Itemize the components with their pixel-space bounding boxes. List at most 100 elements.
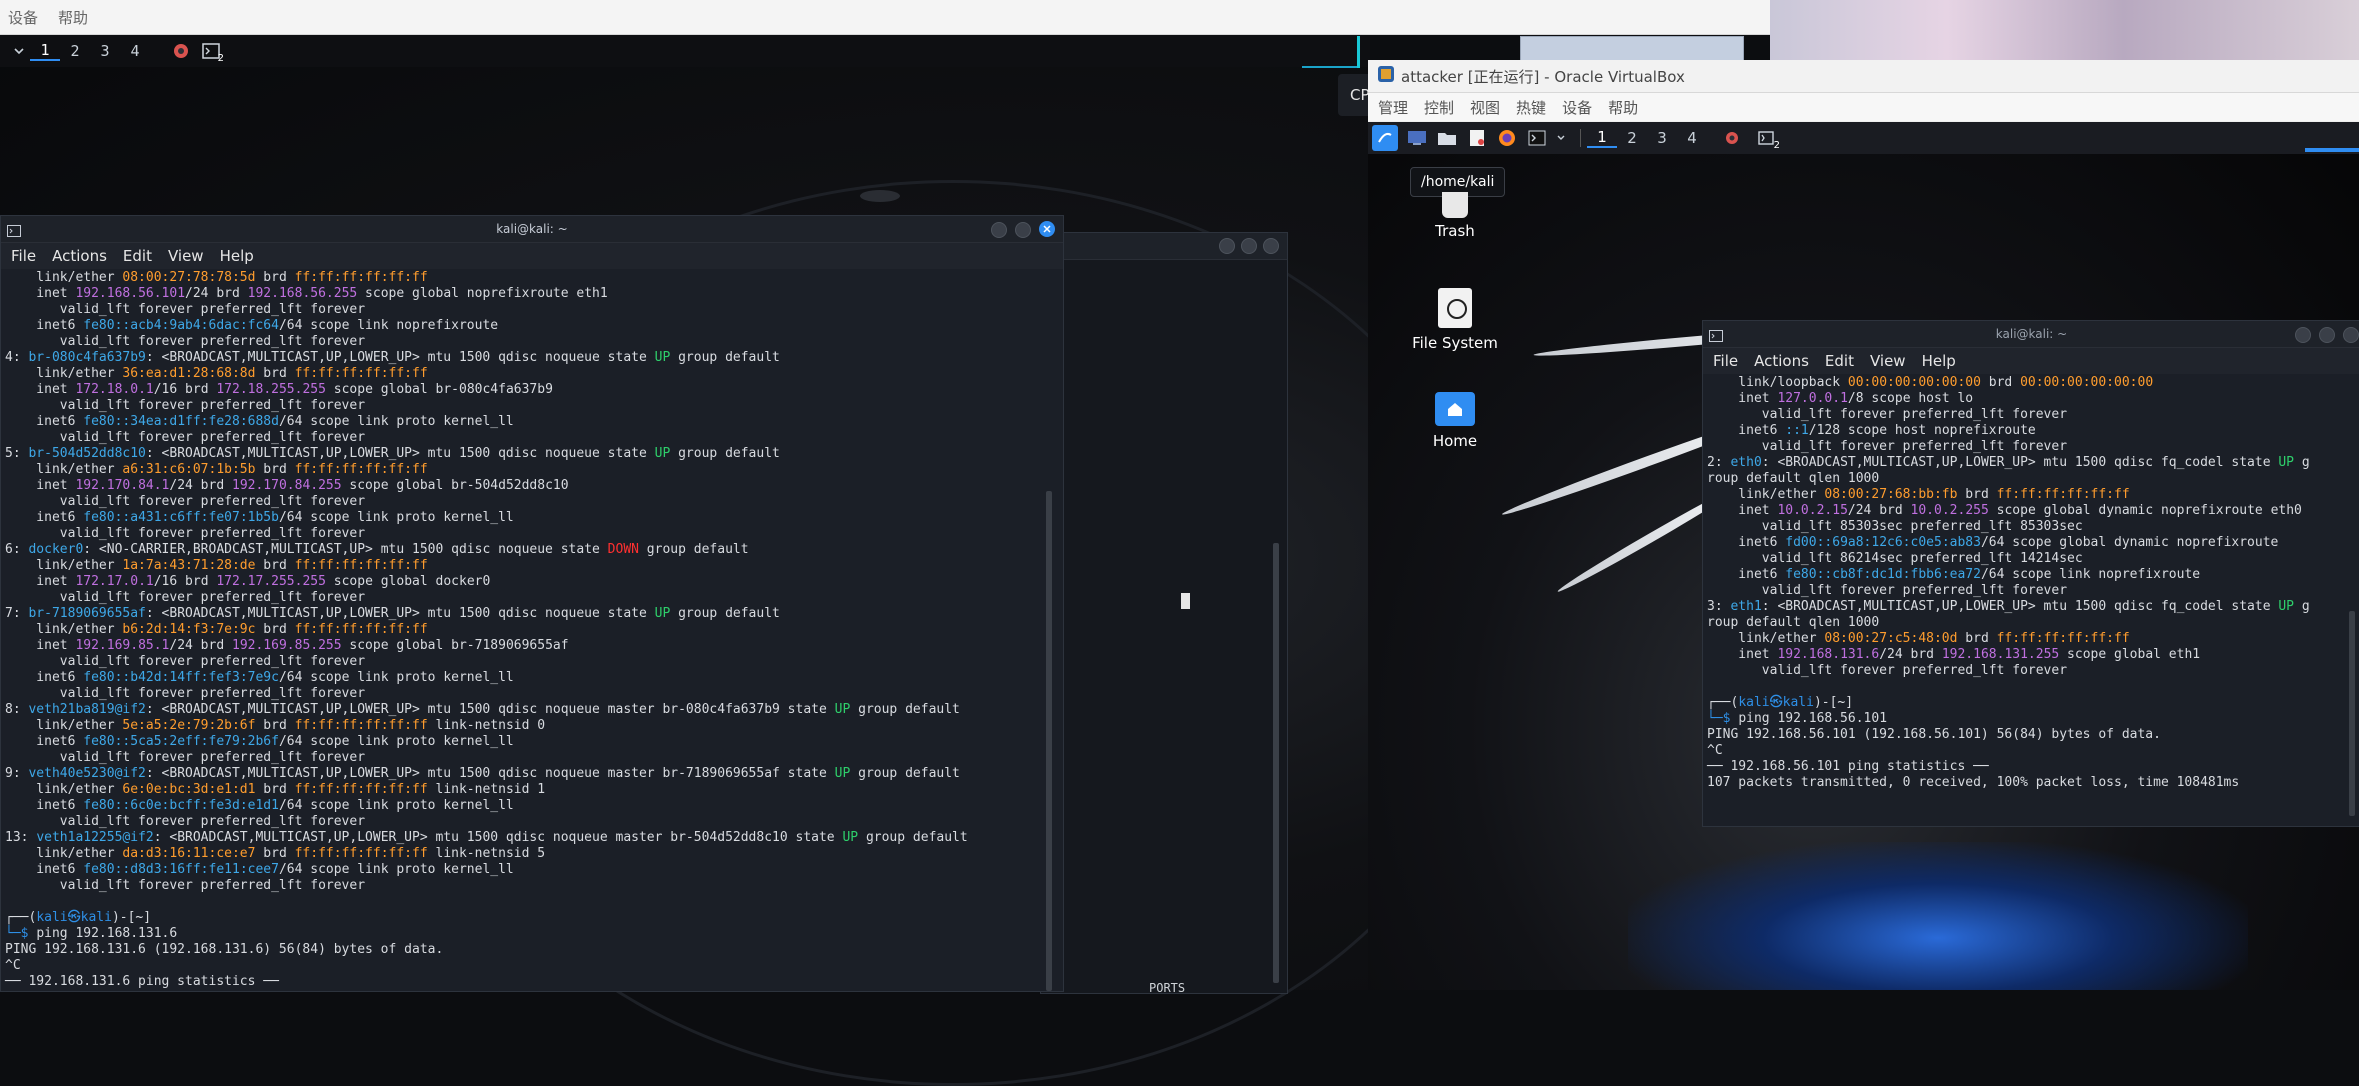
vbox-menu-manage[interactable]: 管理 <box>1378 97 1408 118</box>
terminal-line: inet 172.18.0.1/16 brd 172.18.255.255 sc… <box>5 382 1063 398</box>
bg-close-button[interactable] <box>1263 238 1279 254</box>
terminal-text: 4: <box>5 350 29 365</box>
text-editor-icon[interactable] <box>1466 128 1488 148</box>
left-terminal-titlebar[interactable]: kali@kali: ~ <box>1 216 1063 243</box>
left-terminal-output[interactable]: link/ether 08:00:27:78:78:5d brd ff:ff:f… <box>1 270 1063 990</box>
background-terminal[interactable]: PORTS <box>1040 232 1288 994</box>
terminal-text: ff:ff:ff:ff:ff:ff <box>294 270 428 285</box>
desktop-item-home[interactable]: Home <box>1400 392 1510 450</box>
guest-workspace-4[interactable]: 4 <box>1677 129 1707 147</box>
terminal-line: inet6 fe80::b42d:14ff:fef3:7e9c/64 scope… <box>5 670 1063 686</box>
workspace-1[interactable]: 1 <box>30 41 60 61</box>
menu-edit[interactable]: Edit <box>123 247 152 265</box>
menu-file[interactable]: File <box>1713 352 1738 370</box>
close-button[interactable] <box>1039 221 1055 237</box>
chevron-down-icon[interactable] <box>8 41 30 61</box>
terminal-text: : <BROADCAST,MULTICAST,UP,LOWER_UP> mtu … <box>145 702 835 717</box>
right-terminal-window[interactable]: kali@kali: ~ File Actions Edit View Help… <box>1702 320 2359 827</box>
vbox-menu-devices[interactable]: 设备 <box>1562 97 1592 118</box>
desktop-icon[interactable] <box>1406 128 1428 148</box>
terminal-text: fe80::cb8f:dc1d:fbb6:ea72 <box>1785 567 1981 582</box>
terminal-line: valid_lft forever preferred_lft forever <box>5 686 1063 702</box>
terminal-line: link/ether b6:2d:14:f3:7e:9c brd ff:ff:f… <box>5 622 1063 638</box>
right-terminal-output[interactable]: link/loopback 00:00:00:00:00:00 brd 00:0… <box>1703 375 2359 791</box>
close-button[interactable] <box>2343 327 2359 343</box>
terminal-line: valid_lft forever preferred_lft forever <box>5 878 1063 894</box>
minimize-button[interactable] <box>991 222 1007 238</box>
terminal-text: /8 scope host lo <box>1847 391 1974 406</box>
trash-label: Trash <box>1435 222 1475 240</box>
menu-view[interactable]: View <box>168 247 204 265</box>
wallpaper-peek <box>1770 0 2359 60</box>
guest-workspace-1[interactable]: 1 <box>1587 128 1617 148</box>
maximize-button[interactable] <box>1015 222 1031 238</box>
terminal-text: brd <box>255 622 295 637</box>
terminal-line: ┌──(kali㉿kali)-[~] <box>1707 695 2359 711</box>
terminal-text: : <BROADCAST,MULTICAST,UP,LOWER_UP> mtu … <box>145 446 655 461</box>
menu-edit[interactable]: Edit <box>1825 352 1854 370</box>
bg-minimize-button[interactable] <box>1219 238 1235 254</box>
kali-menu-icon[interactable] <box>1372 125 1398 151</box>
kali-dragon-icon[interactable] <box>1721 128 1743 148</box>
terminal-text: /64 scope link proto kernel_ll <box>278 862 514 877</box>
terminal-text: link/ether <box>1707 487 1825 502</box>
wallpaper-blob <box>860 190 900 202</box>
terminal-text: 192.168.131.6 <box>1777 647 1880 662</box>
terminal-icon[interactable]: 2 <box>1755 128 1780 151</box>
terminal-line: 5: br-504d52dd8c10: <BROADCAST,MULTICAST… <box>5 446 1063 462</box>
guest-desktop[interactable]: 1 2 3 4 2 /home/kali Trash File System H… <box>1368 122 2359 990</box>
workspace-4[interactable]: 4 <box>120 42 150 60</box>
minimize-button[interactable] <box>2295 327 2311 343</box>
host-panel: 1 2 3 4 2 <box>0 35 1370 67</box>
vbox-menu-hotkeys[interactable]: 热键 <box>1516 97 1546 118</box>
terminal-text: valid_lft forever preferred_lft forever <box>5 750 366 765</box>
guest-workspace-2[interactable]: 2 <box>1617 129 1647 147</box>
menu-help[interactable]: Help <box>220 247 254 265</box>
terminal-text: /64 scope link proto kernel_ll <box>278 798 514 813</box>
guest-workspace-3[interactable]: 3 <box>1647 129 1677 147</box>
terminal-text: 3: <box>1707 599 1731 614</box>
terminal-line: 8: veth21ba819@if2: <BROADCAST,MULTICAST… <box>5 702 1063 718</box>
terminal-text: scope global noprefixroute eth1 <box>357 286 608 301</box>
workspace-2[interactable]: 2 <box>60 42 90 60</box>
virtualbox-titlebar[interactable]: attacker [正在运行] - Oracle VirtualBox <box>1368 60 2359 93</box>
desktop-item-trash[interactable]: Trash <box>1400 192 1510 240</box>
terminal-line: valid_lft forever preferred_lft forever <box>5 334 1063 350</box>
terminal-text: scope global br-504d52dd8c10 <box>341 478 569 493</box>
chevron-down-icon[interactable] <box>1550 128 1572 148</box>
left-terminal-scrollbar[interactable] <box>1046 491 1052 991</box>
menu-view[interactable]: View <box>1870 352 1906 370</box>
left-terminal-window[interactable]: kali@kali: ~ File Actions Edit View Help… <box>0 215 1064 992</box>
terminal-text: ^C <box>5 958 21 973</box>
vbox-menu-control[interactable]: 控制 <box>1424 97 1454 118</box>
terminal-text: 13: <box>5 830 37 845</box>
workspace-3[interactable]: 3 <box>90 42 120 60</box>
terminal-text: 00:00:00:00:00:00 <box>2020 375 2154 390</box>
menu-actions[interactable]: Actions <box>52 247 107 265</box>
terminal-line: link/ether 36:ea:d1:28:68:8d brd ff:ff:f… <box>5 366 1063 382</box>
terminal-text: fe80::34ea:d1ff:fe28:688d <box>83 414 279 429</box>
folder-icon[interactable] <box>1436 128 1458 148</box>
maximize-button[interactable] <box>2319 327 2335 343</box>
desktop-item-filesystem[interactable]: File System <box>1400 288 1510 352</box>
menu-actions[interactable]: Actions <box>1754 352 1809 370</box>
host-menu-help[interactable]: 帮助 <box>58 7 88 28</box>
host-menu-devices[interactable]: 设备 <box>8 7 38 28</box>
terminal-icon[interactable] <box>1526 128 1548 148</box>
menu-file[interactable]: File <box>11 247 36 265</box>
vbox-menu-help[interactable]: 帮助 <box>1608 97 1638 118</box>
terminal-line: roup default qlen 1000 <box>1707 615 2359 631</box>
bg-maximize-button[interactable] <box>1241 238 1257 254</box>
terminal-text: 192.169.85.255 <box>232 638 342 653</box>
kali-dragon-icon[interactable] <box>170 41 192 61</box>
terminal-line: valid_lft forever preferred_lft forever <box>5 494 1063 510</box>
bg-scrollbar[interactable] <box>1273 543 1279 983</box>
vbox-menu-view[interactable]: 视图 <box>1470 97 1500 118</box>
terminal-line: link/ether 1a:7a:43:71:28:de brd ff:ff:f… <box>5 558 1063 574</box>
terminal-count-badge: 2 <box>217 53 224 64</box>
right-terminal-titlebar[interactable]: kali@kali: ~ <box>1703 321 2359 348</box>
right-terminal-scrollbar[interactable] <box>2349 611 2355 816</box>
firefox-icon[interactable] <box>1496 128 1518 148</box>
terminal-icon[interactable]: 2 <box>200 41 224 64</box>
menu-help[interactable]: Help <box>1922 352 1956 370</box>
